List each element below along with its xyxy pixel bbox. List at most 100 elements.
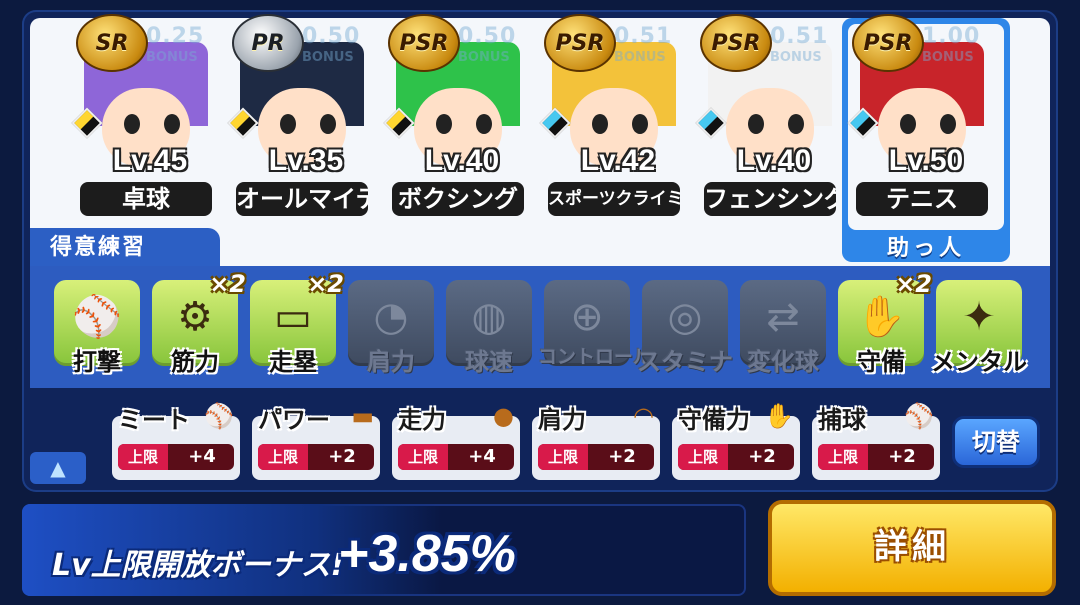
rarity-badge: SR xyxy=(76,14,148,72)
limit-tag: 上限 xyxy=(258,444,308,470)
practice-multiplier: ×2 xyxy=(895,270,932,298)
bonus-rate: 1.00 xyxy=(922,24,981,49)
stat-icon: ● xyxy=(493,402,514,430)
limit-value: +4 xyxy=(188,446,216,467)
rarity-badge: PSR xyxy=(852,14,924,72)
bonus-label: BONUS xyxy=(302,50,354,65)
support-card[interactable]: SR 0.25 BONUS Lv.45 卓球 xyxy=(71,14,216,240)
limit-tag: 上限 xyxy=(678,444,728,470)
bonus-value: +3.85% xyxy=(338,525,516,583)
rarity-badge: PSR xyxy=(700,14,772,72)
eye-shape xyxy=(320,114,336,134)
limit-bar: 上限 +4 xyxy=(118,444,234,470)
bonus-label: BONUS xyxy=(146,50,198,65)
bonus-rate: 0.25 xyxy=(146,24,205,49)
practice-tile: ◍ 球速 xyxy=(446,280,532,376)
limit-stat-name: 捕球 xyxy=(818,406,866,434)
practice-name: 走塁 xyxy=(269,348,317,376)
stat-icon: ⚾ xyxy=(204,402,234,430)
limit-value: +4 xyxy=(468,446,496,467)
limit-bar: 上限 +2 xyxy=(678,444,794,470)
limit-box: ミート ⚾ 上限 +4 xyxy=(112,402,240,480)
eye-shape xyxy=(940,114,956,134)
limit-tag: 上限 xyxy=(398,444,448,470)
practice-header: 得意練習 xyxy=(30,228,220,268)
stat-icon: ✋ xyxy=(764,402,794,430)
card-level: Lv.40 xyxy=(424,144,500,177)
practice-icon: ⊕ xyxy=(570,294,604,340)
eye-shape xyxy=(788,114,804,134)
limit-box: 肩力 ◠ 上限 +2 xyxy=(532,402,660,480)
support-card[interactable]: PR0.50BONUS Lv.35 オールマイティ xyxy=(227,14,372,240)
eye-shape xyxy=(280,114,296,134)
card-sport: フェンシング xyxy=(704,182,836,216)
practice-name: 球速 xyxy=(465,348,513,376)
stat-icon: ◠ xyxy=(633,402,654,430)
rarity-badge: PSR xyxy=(544,14,616,72)
card-level: Lv.42 xyxy=(580,144,656,177)
practice-icon: ✋ xyxy=(856,294,906,340)
bonus-rate: 0.50 xyxy=(458,24,517,49)
switch-button[interactable]: 切替 xyxy=(952,416,1040,468)
practice-tile: ◎ スタミナ xyxy=(637,280,733,376)
limit-value: +2 xyxy=(748,446,776,467)
limit-tag: 上限 xyxy=(538,444,588,470)
bonus-rate: 0.51 xyxy=(770,24,829,49)
collapse-button[interactable]: ▲ xyxy=(30,452,86,484)
practice-name: スタミナ xyxy=(637,348,733,376)
card-sport: 卓球 xyxy=(80,182,212,216)
practice-tile: ✦ メンタル xyxy=(931,280,1027,376)
card-sport: オールマイティ xyxy=(236,182,368,216)
bonus-rate: 0.51 xyxy=(614,24,673,49)
practice-name: メンタル xyxy=(931,348,1027,376)
limit-bar: 上限 +2 xyxy=(818,444,934,470)
practice-icon: ◍ xyxy=(471,294,507,340)
practice-name: 打撃 xyxy=(73,348,121,376)
bonus-label: BONUS xyxy=(614,50,666,65)
limit-value: +2 xyxy=(888,446,916,467)
limit-box: 守備力 ✋ 上限 +2 xyxy=(672,402,800,480)
practice-name: コントロール xyxy=(538,346,653,368)
practice-multiplier: ×2 xyxy=(307,270,344,298)
practice-icon: ⚙ xyxy=(177,294,213,340)
limit-box: パワー ▬ 上限 +2 xyxy=(252,402,380,480)
bonus-label: BONUS xyxy=(770,50,822,65)
detail-button[interactable]: 詳細 xyxy=(768,500,1056,596)
limit-stat-name: 走力 xyxy=(398,406,446,434)
practice-icon: ✦ xyxy=(962,294,996,340)
limit-value: +2 xyxy=(328,446,356,467)
eye-shape xyxy=(632,114,648,134)
rarity-badge: PR xyxy=(232,14,304,72)
limit-stat-name: 守備力 xyxy=(678,406,750,434)
practice-name: 筋力 xyxy=(171,348,219,376)
limit-value: +2 xyxy=(608,446,636,467)
stat-icon: ▬ xyxy=(351,402,374,430)
practice-icon: ◎ xyxy=(667,294,703,340)
support-card[interactable]: PSR0.51BONUS Lv.42 スポーツクライミング xyxy=(539,14,684,240)
eye-shape xyxy=(476,114,492,134)
rarity-badge: PSR xyxy=(388,14,460,72)
card-level: Lv.45 xyxy=(112,144,188,177)
practice-tile: ⊕ コントロール xyxy=(538,280,652,368)
practice-name: 変化球 xyxy=(747,348,819,376)
support-card[interactable]: PSR 0.51 BONUS Lv.40 フェンシング xyxy=(695,14,840,240)
practice-tile: ⚙ 筋力 ×2 xyxy=(152,270,246,376)
support-card[interactable]: PSR 1.00 BONUS Lv.50 テニス xyxy=(847,14,992,240)
card-level: Lv.40 xyxy=(736,144,812,177)
card-level: Lv.35 xyxy=(268,144,344,177)
bonus-label: BONUS xyxy=(922,50,974,65)
limit-stat-name: 肩力 xyxy=(538,406,586,434)
practice-icon: ⇄ xyxy=(766,294,800,340)
practice-icon: ◔ xyxy=(373,294,409,340)
limit-bar: 上限 +2 xyxy=(258,444,374,470)
card-sport: スポーツクライミング xyxy=(548,182,680,216)
practice-multiplier: ×2 xyxy=(209,270,246,298)
practice-tile: ⇄ 変化球 xyxy=(740,280,826,376)
limit-box: 捕球 ⚾ 上限 +2 xyxy=(812,402,940,480)
card-level: Lv.50 xyxy=(888,144,964,177)
stat-icon: ⚾ xyxy=(904,402,934,430)
practice-name: 守備 xyxy=(857,348,905,376)
limit-bar: 上限 +2 xyxy=(538,444,654,470)
eye-shape xyxy=(592,114,608,134)
support-card[interactable]: PSR 0.50 BONUS Lv.40 ボクシング xyxy=(383,14,528,240)
